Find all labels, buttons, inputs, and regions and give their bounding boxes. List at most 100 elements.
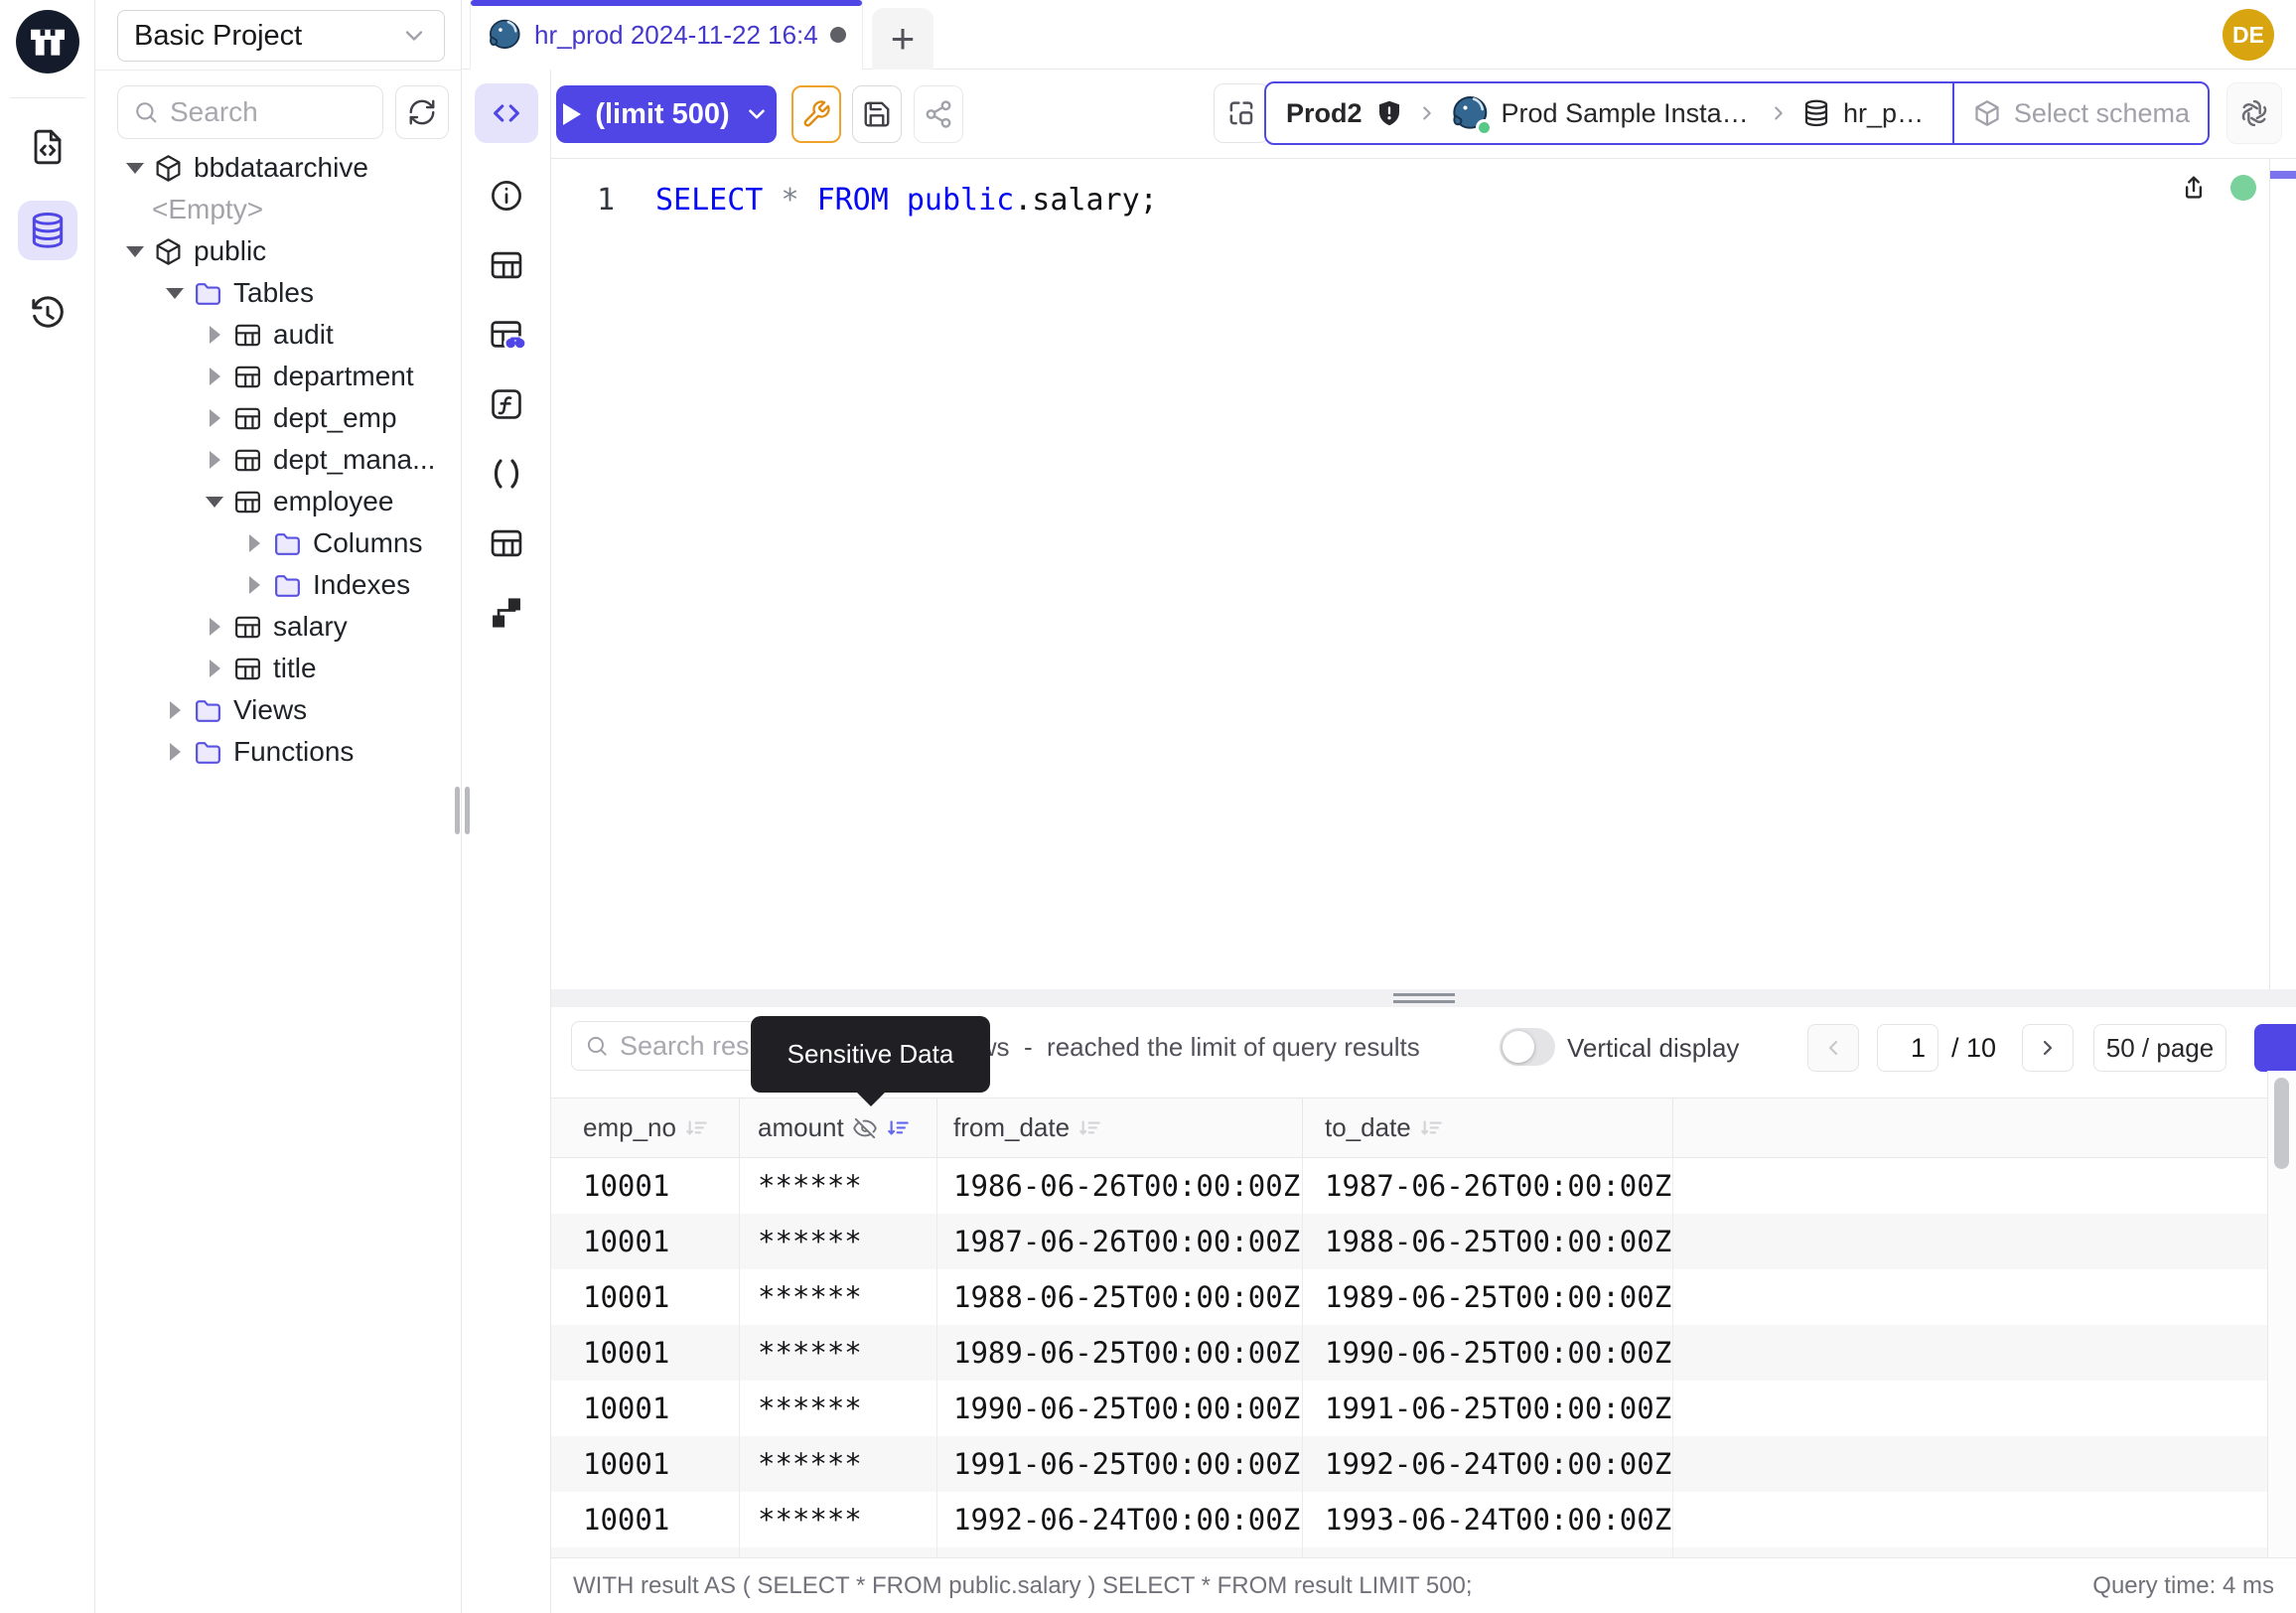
table-cell[interactable]: 10001 — [551, 1214, 740, 1269]
table-cell[interactable]: 1993-06-24T00:00:00Z — [1303, 1492, 1673, 1547]
table-cell[interactable]: 1990-06-25T00:00:00Z — [937, 1381, 1303, 1436]
table-icon[interactable] — [488, 246, 525, 284]
upload-icon[interactable] — [2179, 173, 2209, 203]
table-row[interactable]: 10001******1993-06-24T00:00:00Z1994-06-2… — [551, 1547, 2267, 1557]
table-cell[interactable]: 10001 — [551, 1158, 740, 1214]
column-header-emp_no[interactable]: emp_no — [551, 1099, 740, 1157]
table-cell[interactable]: 10001 — [551, 1269, 740, 1325]
table-cell[interactable]: 1986-06-26T00:00:00Z — [937, 1158, 1303, 1214]
table-cell[interactable]: 10001 — [551, 1492, 740, 1547]
database-selector[interactable]: Prod2 Prod Sample Instance hr_prod — [1266, 83, 1952, 143]
caret-right-icon[interactable] — [164, 743, 186, 761]
table-cell[interactable] — [1673, 1547, 2267, 1557]
table-cell[interactable]: 1988-06-25T00:00:00Z — [1303, 1214, 1673, 1269]
info-icon[interactable] — [488, 177, 525, 215]
connection-context-button[interactable] — [1214, 83, 1269, 143]
table-cell[interactable]: 10001 — [551, 1436, 740, 1492]
column-header-amount[interactable]: amount — [740, 1099, 937, 1157]
sort-icon[interactable] — [1419, 1115, 1445, 1141]
table-cell[interactable]: ****** — [740, 1436, 937, 1492]
sort-icon[interactable] — [886, 1115, 912, 1141]
caret-down-icon[interactable] — [204, 497, 225, 508]
caret-right-icon[interactable] — [204, 618, 225, 636]
tree-item-views[interactable]: Views — [95, 689, 462, 731]
project-select[interactable]: Basic Project — [117, 10, 445, 62]
results-search-input[interactable] — [620, 1031, 846, 1062]
page-size-select[interactable]: 50 / page — [2093, 1024, 2226, 1072]
tree-item-indexes[interactable]: Indexes — [95, 564, 462, 606]
sort-icon[interactable] — [1077, 1115, 1103, 1141]
rail-item-worksheets[interactable] — [18, 117, 77, 177]
table-row[interactable]: 10001******1992-06-24T00:00:00Z1993-06-2… — [551, 1492, 2267, 1547]
save-button[interactable] — [852, 85, 902, 143]
masked-table-icon[interactable] — [488, 316, 525, 354]
sidebar-search-input[interactable] — [170, 96, 368, 128]
caret-down-icon[interactable] — [124, 163, 146, 174]
tree-item-functions[interactable]: Functions — [95, 731, 462, 773]
previous-page-button[interactable] — [1807, 1024, 1859, 1072]
schema-selector[interactable]: Select schema — [1954, 83, 2208, 143]
tree-item-empty[interactable]: <Empty> — [95, 189, 462, 230]
caret-right-icon[interactable] — [204, 326, 225, 344]
results-scrollbar[interactable] — [2267, 1071, 2296, 1557]
vertical-display-toggle[interactable] — [1500, 1028, 1555, 1066]
table-cell[interactable]: 1987-06-26T00:00:00Z — [1303, 1158, 1673, 1214]
table-cell[interactable]: 1987-06-26T00:00:00Z — [937, 1214, 1303, 1269]
tree-item-dept-mana[interactable]: dept_mana... — [95, 439, 462, 481]
caret-right-icon[interactable] — [204, 660, 225, 677]
caret-down-icon[interactable] — [164, 288, 186, 299]
table-cell[interactable]: 1991-06-25T00:00:00Z — [1303, 1381, 1673, 1436]
caret-right-icon[interactable] — [243, 576, 265, 594]
sql-editor[interactable]: 1 SELECT * FROM public.salary; — [551, 159, 2296, 989]
code-panel-toggle[interactable] — [475, 83, 538, 143]
table-cell[interactable]: ****** — [740, 1381, 937, 1436]
table-cell[interactable]: 1993-06-24T00:00:00Z — [937, 1547, 1303, 1557]
tree-item-columns[interactable]: Columns — [95, 522, 462, 564]
table-cell[interactable]: 1992-06-24T00:00:00Z — [937, 1492, 1303, 1547]
table-cell[interactable]: ****** — [740, 1269, 937, 1325]
tree-item-public[interactable]: public — [95, 230, 462, 272]
tree-item-salary[interactable]: salary — [95, 606, 462, 648]
table-icon[interactable] — [488, 524, 525, 562]
tree-item-employee[interactable]: employee — [95, 481, 462, 522]
column-header-to_date[interactable]: to_date — [1303, 1099, 1673, 1157]
table-cell[interactable]: 1991-06-25T00:00:00Z — [937, 1436, 1303, 1492]
table-cell[interactable]: 1989-06-25T00:00:00Z — [1303, 1269, 1673, 1325]
sort-icon[interactable] — [684, 1115, 710, 1141]
table-cell[interactable] — [1673, 1158, 2267, 1214]
table-cell[interactable]: ****** — [740, 1547, 937, 1557]
parentheses-icon[interactable] — [488, 455, 525, 493]
caret-right-icon[interactable] — [243, 534, 265, 552]
rail-item-history[interactable] — [18, 284, 77, 344]
table-cell[interactable] — [1673, 1325, 2267, 1381]
table-row[interactable]: 10001******1987-06-26T00:00:00Z1988-06-2… — [551, 1214, 2267, 1269]
schema-diagram-icon[interactable] — [488, 594, 525, 632]
tree-item-dept-emp[interactable]: dept_emp — [95, 397, 462, 439]
caret-right-icon[interactable] — [204, 367, 225, 385]
function-icon[interactable] — [488, 385, 525, 423]
editor-minimap[interactable] — [2269, 159, 2296, 989]
column-header-from_date[interactable]: from_date — [937, 1099, 1303, 1157]
worksheet-tab[interactable]: hr_prod 2024-11-22 16:49 — [470, 0, 863, 70]
table-row[interactable]: 10001******1986-06-26T00:00:00Z1987-06-2… — [551, 1158, 2267, 1214]
caret-right-icon[interactable] — [204, 451, 225, 469]
ai-assistant-button[interactable] — [2226, 82, 2282, 144]
table-cell[interactable]: 1989-06-25T00:00:00Z — [937, 1325, 1303, 1381]
table-cell[interactable]: 1990-06-25T00:00:00Z — [1303, 1325, 1673, 1381]
table-cell[interactable]: 1988-06-25T00:00:00Z — [937, 1269, 1303, 1325]
results-search[interactable] — [571, 1021, 859, 1071]
scrollbar-thumb[interactable] — [2274, 1078, 2289, 1169]
table-row[interactable]: 10001******1989-06-25T00:00:00Z1990-06-2… — [551, 1325, 2267, 1381]
table-cell[interactable]: 1994-06-24T00:00:00Z — [1303, 1547, 1673, 1557]
tree-item-title[interactable]: title — [95, 648, 462, 689]
table-cell[interactable] — [1673, 1381, 2267, 1436]
table-row[interactable]: 10001******1990-06-25T00:00:00Z1991-06-2… — [551, 1381, 2267, 1436]
table-cell[interactable] — [1673, 1492, 2267, 1547]
tree-item-bbdataarchive[interactable]: bbdataarchive — [95, 147, 462, 189]
next-page-button[interactable] — [2022, 1024, 2074, 1072]
panel-resize-handle[interactable] — [551, 989, 2296, 1007]
tree-item-department[interactable]: department — [95, 356, 462, 397]
table-cell[interactable] — [1673, 1269, 2267, 1325]
rail-item-databases[interactable] — [18, 201, 77, 260]
caret-right-icon[interactable] — [204, 409, 225, 427]
